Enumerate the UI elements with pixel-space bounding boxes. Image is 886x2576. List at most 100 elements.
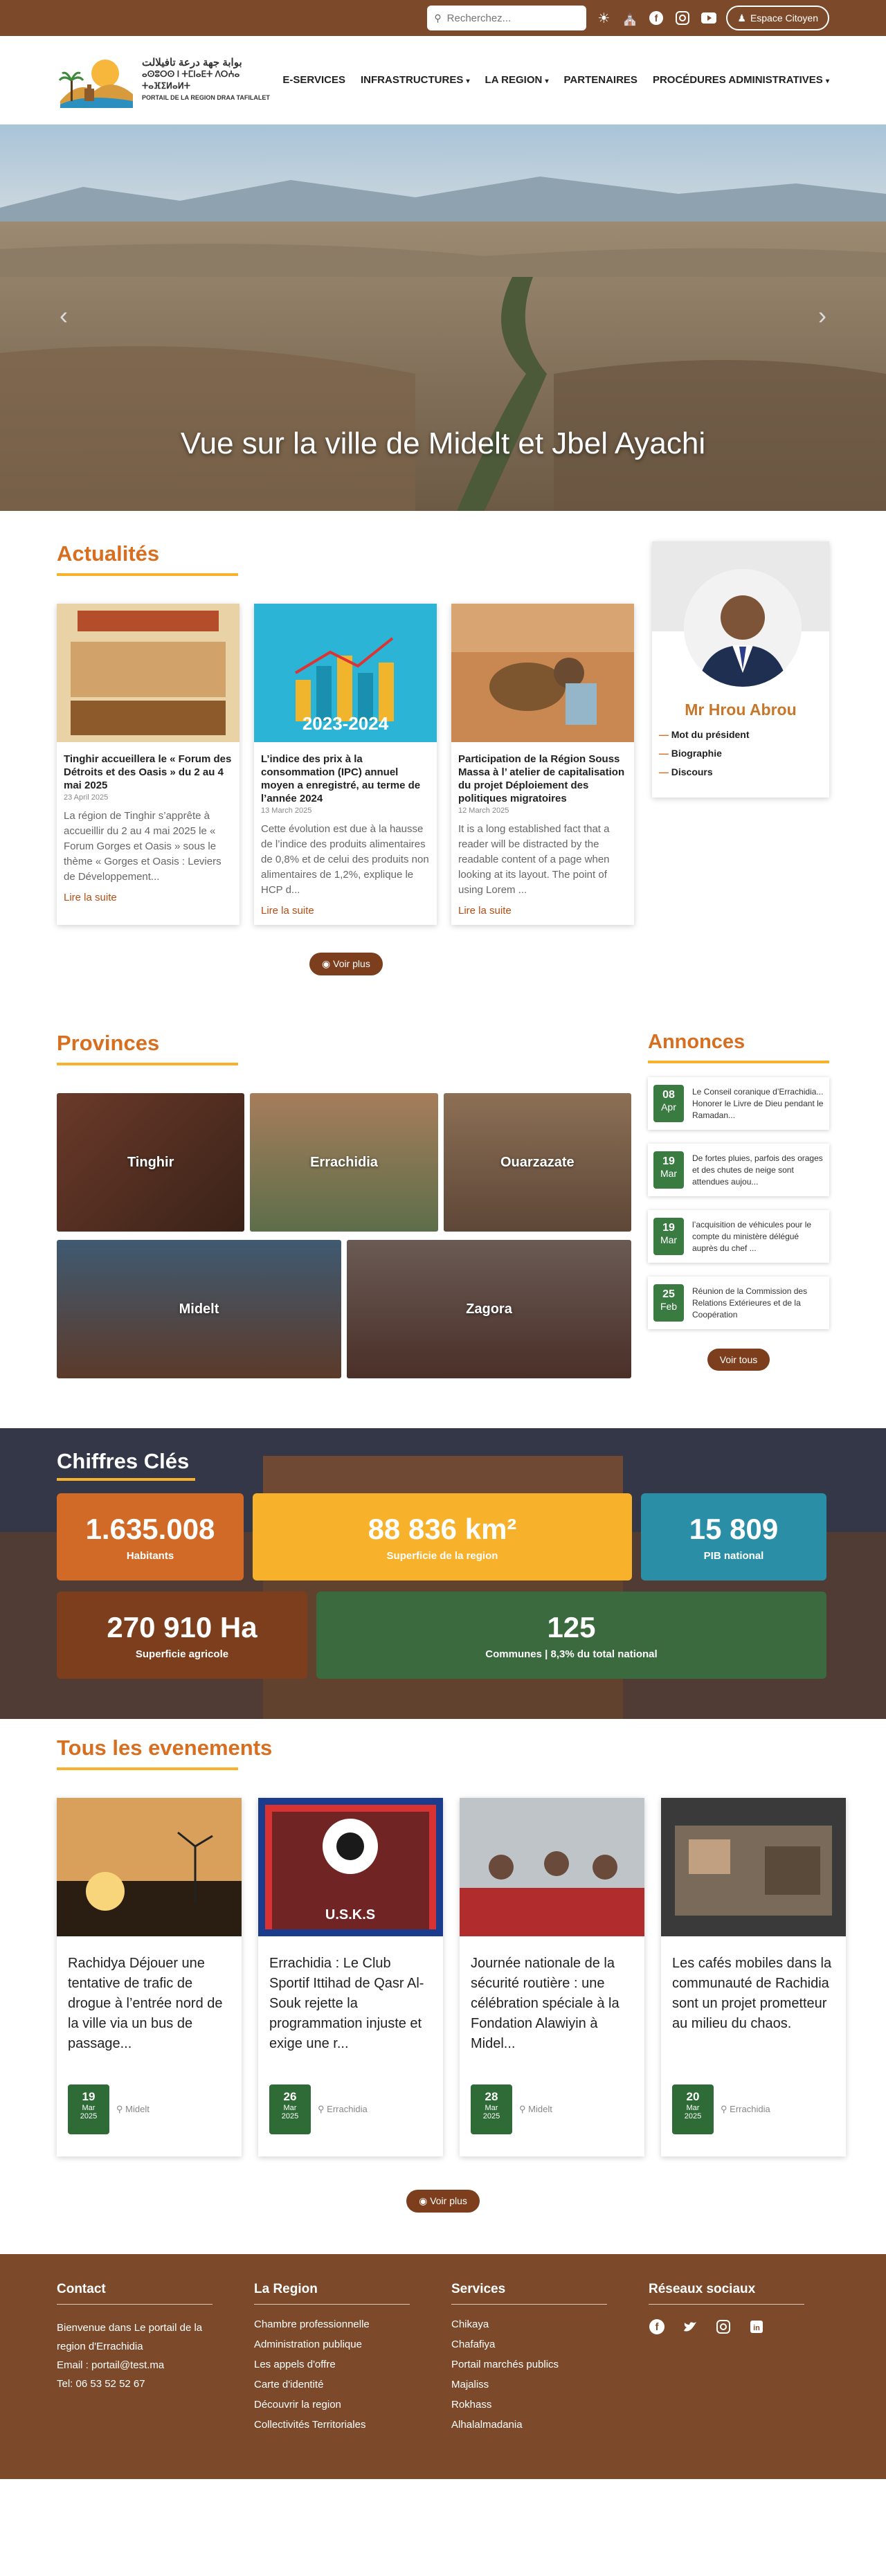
event-card[interactable]: Les cafés mobiles dans la communauté de … <box>661 1798 846 2156</box>
news-title[interactable]: Tinghir accueillera le « Forum des Détro… <box>57 746 239 793</box>
search-input[interactable] <box>446 12 580 24</box>
read-more-link[interactable]: Lire la suite <box>451 905 634 917</box>
province-tile-midelt[interactable]: Midelt <box>57 1240 341 1378</box>
news-card[interactable]: Tinghir accueillera le « Forum des Détro… <box>57 604 239 925</box>
event-location-text: Midelt <box>528 2104 552 2114</box>
main-nav: E-SERVICES INFRASTRUCTURES ▾ LA REGION ▾… <box>282 74 829 86</box>
event-day: 28 <box>485 2090 498 2103</box>
footer-link[interactable]: Administration publique <box>254 2339 410 2350</box>
event-card[interactable]: Journée nationale de la sécurité routièr… <box>460 1798 644 2156</box>
read-more-link[interactable]: Lire la suite <box>254 905 437 917</box>
province-tile-tinghir[interactable]: Tinghir <box>57 1093 245 1232</box>
footer-contact-text: Bienvenue dans Le portail de la region d… <box>57 2322 203 2352</box>
mosque-icon[interactable]: ⛪ <box>621 9 639 27</box>
nav-procedures[interactable]: PROCÉDURES ADMINISTRATIVES ▾ <box>653 74 829 86</box>
footer-link[interactable]: Chikaya <box>451 2318 607 2330</box>
president-link-discours[interactable]: Discours <box>659 766 822 777</box>
footer-link[interactable]: Chafafiya <box>451 2339 607 2350</box>
event-title[interactable]: Errachidia : Le Club Sportif Ittihad de … <box>258 1940 443 2054</box>
top-bar: ⚲ ☀ ⛪ f ♟ Espace Citoyen <box>0 0 886 36</box>
nav-e-services[interactable]: E-SERVICES <box>282 74 345 86</box>
event-location-text: Errachidia <box>327 2104 368 2114</box>
nav-la-region[interactable]: LA REGION ▾ <box>485 74 549 86</box>
footer-link[interactable]: Rokhass <box>451 2399 607 2411</box>
event-title[interactable]: Les cafés mobiles dans la communauté de … <box>661 1940 846 2034</box>
annonce-item[interactable]: 08 Apr Le Conseil coranique d’Errachidia.… <box>648 1077 829 1130</box>
logo-emblem-icon <box>58 59 133 108</box>
annonce-item[interactable]: 19 Mar l’acquisition de véhicules pour le… <box>648 1210 829 1263</box>
linkedin-icon[interactable]: in <box>748 2318 765 2340</box>
actualites-voir-plus-button[interactable]: ◉ Voir plus <box>309 953 383 975</box>
logo-arabic: بوابة جهة درعة تافيلالت <box>142 56 242 69</box>
news-date: 12 March 2025 <box>458 807 509 815</box>
event-card[interactable]: U.S.K.S Errachidia : Le Club Sportif Itt… <box>258 1798 443 2156</box>
caret-down-icon: ▾ <box>545 78 549 85</box>
president-link-mot[interactable]: Mot du président <box>659 729 822 740</box>
footer-link[interactable]: Collectivités Territoriales <box>254 2419 410 2431</box>
footer-link[interactable]: Portail marchés publics <box>451 2359 607 2370</box>
event-day: 20 <box>686 2090 700 2103</box>
footer-link[interactable]: Chambre professionnelle <box>254 2318 410 2330</box>
voir-tous-button[interactable]: Voir tous <box>707 1349 770 1371</box>
twitter-icon[interactable] <box>682 2318 698 2340</box>
accessibility-icon[interactable]: ☀ <box>595 9 613 27</box>
annonce-text: Le Conseil coranique d’Errachidia... Hon… <box>692 1086 824 1120</box>
news-card[interactable]: 2023-2024 L’indice des prix à la consomm… <box>254 604 437 925</box>
news-image-text: 2023-2024 <box>302 713 389 734</box>
event-title[interactable]: Rachidya Déjouer une tentative de trafic… <box>57 1940 242 2054</box>
annonce-item[interactable]: 19 Mar De fortes pluies, parfois des orag… <box>648 1144 829 1196</box>
voir-plus-label: Voir plus <box>333 958 370 969</box>
read-more-link[interactable]: Lire la suite <box>57 892 239 903</box>
event-year: 2025 <box>684 2112 702 2120</box>
footer-link[interactable]: Majaliss <box>451 2379 607 2390</box>
footer-contact-tel[interactable]: Tel: 06 53 52 52 67 <box>57 2375 213 2393</box>
instagram-icon[interactable] <box>715 2318 732 2340</box>
voir-plus-label: Voir plus <box>430 2195 467 2206</box>
annonce-text: l’acquisition de véhicules pour le compt… <box>692 1219 812 1253</box>
province-label: Zagora <box>466 1301 512 1317</box>
espace-citoyen-button[interactable]: ♟ Espace Citoyen <box>726 6 829 30</box>
youtube-icon[interactable] <box>700 9 718 27</box>
news-title[interactable]: Participation de la Région Souss Massa à… <box>451 746 634 807</box>
news-image <box>57 604 239 742</box>
news-card[interactable]: Participation de la Région Souss Massa à… <box>451 604 634 925</box>
footer-link[interactable]: Alhalalmadania <box>451 2419 607 2431</box>
president-link-biographie[interactable]: Biographie <box>659 748 822 759</box>
province-tile-zagora[interactable]: Zagora <box>347 1240 631 1378</box>
instagram-icon[interactable] <box>673 9 691 27</box>
nav-partenaires[interactable]: PARTENAIRES <box>564 74 638 86</box>
news-title[interactable]: L’indice des prix à la consommation (IPC… <box>254 746 437 807</box>
province-tile-ouarzazate[interactable]: Ouarzazate <box>443 1093 631 1232</box>
footer-link[interactable]: Carte d'identité <box>254 2379 410 2390</box>
province-label: Errachidia <box>310 1154 378 1170</box>
stat-habitants: 1.635.008 Habitants <box>57 1493 244 1580</box>
news-image: 2023-2024 <box>254 604 437 742</box>
footer-link[interactable]: Découvrir la region <box>254 2399 410 2411</box>
annonce-day: 08 <box>662 1089 675 1101</box>
nav-infrastructures[interactable]: INFRASTRUCTURES ▾ <box>361 74 470 86</box>
actualites-section: Actualités Tinghir accueillera le « Foru… <box>0 511 886 1017</box>
chiffres-title: Chiffres Clés <box>57 1449 196 1481</box>
facebook-icon[interactable]: f <box>647 9 665 27</box>
logo[interactable]: بوابة جهة درعة تافيلالت ⴰⵙⵓⵔⵙ ⵏ ⵜⵎⵏⴰⴹⵜ ⴷ… <box>57 53 273 108</box>
events-voir-plus-button[interactable]: ◉ Voir plus <box>406 2190 480 2213</box>
provinces-title: Provinces <box>57 1031 239 1065</box>
caret-down-icon: ▾ <box>466 78 470 85</box>
province-tile-errachidia[interactable]: Errachidia <box>250 1093 438 1232</box>
province-label: Midelt <box>179 1301 219 1317</box>
event-day: 19 <box>82 2090 96 2103</box>
footer-link[interactable]: Les appels d'offre <box>254 2359 410 2370</box>
espace-citoyen-label: Espace Citoyen <box>750 12 818 24</box>
event-card[interactable]: Rachidya Déjouer une tentative de trafic… <box>57 1798 242 2156</box>
hero-next-arrow[interactable]: › <box>818 301 826 330</box>
header: بوابة جهة درعة تافيلالت ⴰⵙⵓⵔⵙ ⵏ ⵜⵎⵏⴰⴹⵜ ⴷ… <box>0 36 886 125</box>
annonce-month: Mar <box>660 1234 678 1245</box>
president-name: Mr Hrou Abrou <box>685 701 797 719</box>
footer-services-title: Services <box>451 2282 607 2305</box>
hero-prev-arrow[interactable]: ‹ <box>60 301 68 330</box>
event-title[interactable]: Journée nationale de la sécurité routièr… <box>460 1940 644 2054</box>
facebook-icon[interactable]: f <box>649 2318 665 2340</box>
annonce-item[interactable]: 25 Feb Réunion de la Commission des Relat… <box>648 1277 829 1329</box>
search-box[interactable]: ⚲ <box>427 6 587 30</box>
footer-contact-email[interactable]: Email : portail@test.ma <box>57 2356 213 2375</box>
